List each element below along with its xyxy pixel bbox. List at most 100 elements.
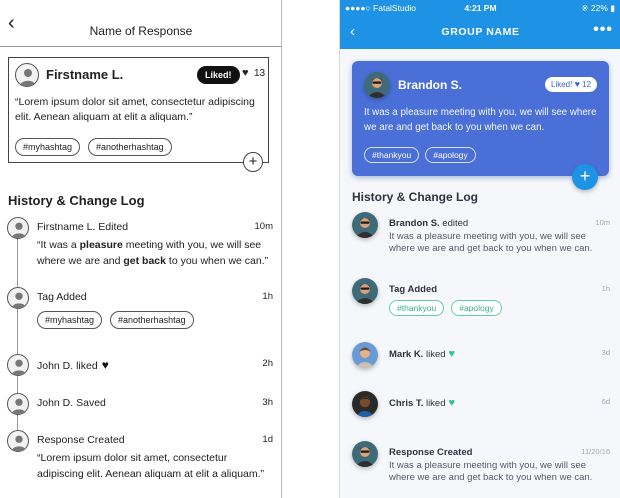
section-title: History & Change Log	[352, 190, 479, 204]
avatar	[352, 278, 378, 304]
log-item: John D. Saved 3h	[7, 393, 273, 417]
avatar	[352, 441, 378, 467]
hashtag-list: #myhashtag #anotherhashtag	[37, 311, 194, 329]
page-title: Name of Response	[89, 24, 193, 38]
log-time: 1d	[262, 434, 273, 445]
avatar	[352, 391, 378, 417]
log-item: Tag Added 1h #thankyou #apology	[352, 278, 610, 326]
profile-photo	[352, 391, 378, 417]
log-item: Tag Added 1h #myhashtag #anotherhashtag	[7, 287, 273, 337]
user-icon	[11, 435, 27, 451]
user-icon	[11, 359, 27, 375]
log-item: Mark K. liked ♥ 3d	[352, 342, 610, 370]
log-time: 6d	[601, 397, 610, 406]
section-title: History & Change Log	[8, 193, 145, 208]
log-time: 11/20/16	[581, 447, 610, 456]
battery-status: ※ 22% ▮	[581, 3, 615, 13]
author-name: Firstname L.	[46, 67, 124, 82]
avatar	[7, 287, 29, 309]
avatar	[7, 217, 29, 239]
avatar	[352, 342, 378, 368]
hashtag-chip[interactable]: #anotherhashtag	[88, 138, 172, 156]
hashtag-chip[interactable]: #apology	[425, 147, 476, 163]
user-icon	[11, 292, 27, 308]
log-time: 10m	[595, 218, 610, 227]
log-time: 2h	[262, 358, 273, 369]
status-time: 4:21 PM	[464, 3, 497, 13]
log-time: 1h	[262, 291, 273, 302]
log-time: 3h	[262, 397, 273, 408]
profile-photo	[364, 72, 390, 98]
wireframe-header: ‹ Name of Response	[0, 0, 281, 47]
avatar	[352, 212, 378, 238]
hashtag-chip[interactable]: #myhashtag	[37, 311, 103, 329]
bluetooth-icon: ※	[581, 3, 589, 13]
profile-photo	[352, 278, 378, 304]
avatar	[7, 393, 29, 415]
log-text: “It was a pleasure meeting with you, we …	[37, 239, 269, 267]
log-item: Brandon S. edited 10m It was a pleasure …	[352, 212, 610, 262]
mobile-screen: ●●●●○ FatalStudio 4:21 PM ※ 22% ▮ ‹ GROU…	[339, 0, 620, 498]
status-bar: ●●●●○ FatalStudio 4:21 PM ※ 22% ▮	[340, 0, 620, 15]
more-options-icon[interactable]: •••	[593, 21, 613, 39]
user-icon	[20, 69, 36, 86]
log-title: John D. liked ♥	[37, 358, 109, 372]
user-icon	[11, 222, 27, 238]
heart-icon: ♥	[448, 348, 456, 360]
hashtag-chip[interactable]: #thankyou	[364, 147, 420, 163]
log-item: Response Created 11/20/16 It was a pleas…	[352, 441, 610, 491]
log-text: It was a pleasure meeting with you, we w…	[389, 460, 593, 483]
heart-icon: ♥	[448, 397, 456, 409]
heart-icon: ♥	[574, 79, 580, 89]
response-text: “Lorem ipsum dolor sit amet, consectetur…	[15, 96, 255, 123]
battery-icon: ▮	[610, 3, 615, 13]
response-text: It was a pleasure meeting with you, we w…	[364, 107, 597, 133]
log-time: 1h	[601, 284, 610, 293]
log-title: Response Created	[37, 434, 125, 446]
response-card: Firstname L. Liked! ♥ 13 “Lorem ipsum do…	[8, 57, 269, 163]
log-item: Firstname L. Edited 10m “It was a pleasu…	[7, 217, 273, 277]
add-button[interactable]: +	[572, 164, 598, 190]
hashtag-chip[interactable]: #myhashtag	[15, 138, 81, 156]
hashtag-list: #thankyou #apology	[389, 300, 502, 316]
liked-badge[interactable]: Liked! ♥ 12	[545, 77, 598, 92]
log-title: Brandon S. edited	[389, 218, 469, 229]
like-count: 12	[582, 80, 592, 89]
response-card: Brandon S. Liked! ♥ 12 It was a pleasure…	[352, 61, 609, 176]
user-icon	[11, 398, 27, 414]
avatar	[15, 63, 39, 87]
profile-photo	[352, 441, 378, 467]
heart-icon[interactable]: ♥	[242, 67, 249, 79]
log-time: 10m	[254, 221, 273, 232]
log-item: Response Created 1d “Lorem ipsum dolor s…	[7, 430, 273, 490]
avatar	[7, 430, 29, 452]
profile-photo	[352, 212, 378, 238]
hashtag-chip[interactable]: #anotherhashtag	[110, 311, 194, 329]
log-title: Tag Added	[37, 291, 87, 303]
hashtag-list: #thankyou #apology	[364, 147, 476, 163]
hashtag-chip[interactable]: #apology	[451, 300, 502, 316]
log-title: Tag Added	[389, 284, 438, 295]
author-name: Brandon S.	[398, 78, 463, 92]
log-text: It was a pleasure meeting with you, we w…	[389, 231, 593, 254]
like-count: 13	[254, 68, 266, 79]
add-button[interactable]: +	[243, 152, 263, 172]
log-title: Chris T. liked ♥	[389, 397, 456, 409]
log-title: Firstname L. Edited	[37, 221, 129, 233]
heart-icon: ♥	[101, 358, 109, 372]
hashtag-chip[interactable]: #thankyou	[389, 300, 445, 316]
log-time: 3d	[601, 348, 610, 357]
nav-bar: ‹ GROUP NAME •••	[340, 15, 620, 49]
log-title: Response Created	[389, 447, 473, 458]
liked-badge[interactable]: Liked!	[197, 66, 240, 84]
log-item: John D. liked ♥ 2h	[7, 354, 273, 378]
hashtag-list: #myhashtag #anotherhashtag	[15, 138, 172, 156]
avatar	[7, 354, 29, 376]
log-title: John D. Saved	[37, 397, 106, 409]
avatar	[364, 72, 390, 98]
log-item: Chris T. liked ♥ 6d	[352, 391, 610, 419]
log-text: “Lorem ipsum dolor sit amet, consectetur…	[37, 452, 265, 480]
log-title: Mark K. liked ♥	[389, 348, 456, 360]
wireframe-screen: ‹ Name of Response Firstname L. Liked! ♥…	[0, 0, 282, 498]
profile-photo	[352, 342, 378, 368]
